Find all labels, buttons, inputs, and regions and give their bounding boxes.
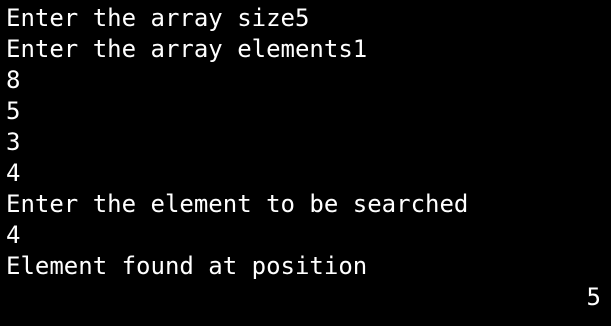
result-position-value: 5 — [586, 283, 601, 311]
terminal-output[interactable]: Enter the array size5 Enter the array el… — [0, 0, 611, 326]
prompt-array-elements: Enter the array elements1 — [6, 35, 368, 63]
prompt-array-size: Enter the array size5 — [6, 4, 310, 32]
prompt-search-element: Enter the element to be searched — [6, 190, 469, 218]
array-element-input: 3 — [6, 128, 21, 156]
result-message: Element found at position — [6, 252, 368, 280]
array-element-input: 4 — [6, 159, 21, 187]
array-element-input: 5 — [6, 97, 21, 125]
array-element-input: 8 — [6, 66, 21, 94]
search-element-input: 4 — [6, 221, 21, 249]
